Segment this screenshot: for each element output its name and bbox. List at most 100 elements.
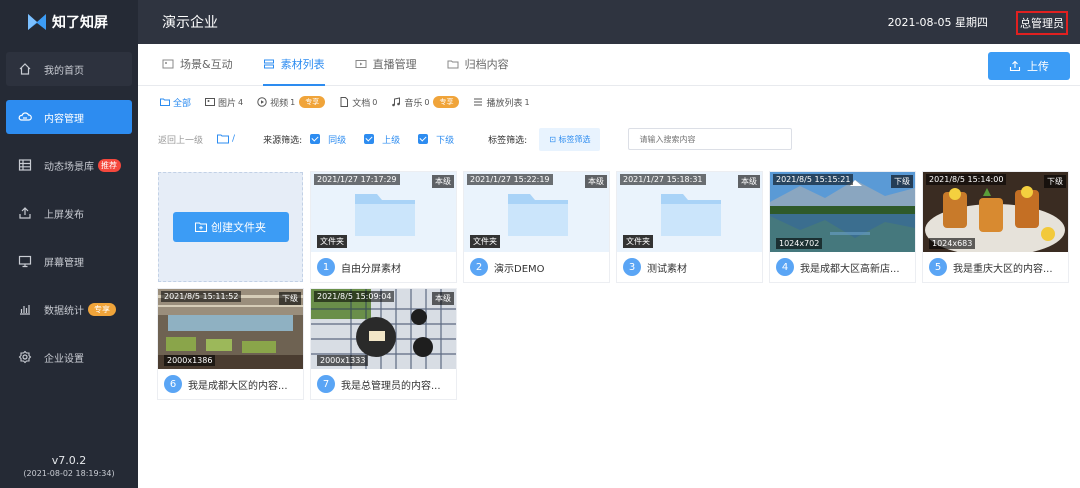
folder-icon	[508, 194, 568, 236]
image-thumbnail: 2021/8/5 15:15:21 下级 1024x702	[770, 172, 915, 252]
sidebar-item-content[interactable]: 内容管理	[6, 100, 132, 134]
version-number: v7.0.2	[51, 454, 87, 467]
settings-icon	[18, 350, 32, 364]
tab-scenes[interactable]: 场景&互动	[162, 43, 233, 85]
folder-card[interactable]: 2021/1/27 17:17:29 本级 文件夹 1 自由分屏素材	[311, 172, 456, 282]
recommend-badge: 推荐	[98, 158, 121, 172]
source-checkbox-upper[interactable]: 上级	[364, 133, 400, 146]
level-badge: 本级	[585, 175, 607, 188]
image-dimensions: 1024x702	[776, 238, 823, 249]
version-date: (2021-08-02 18:19:34)	[23, 469, 115, 478]
playlist-icon	[473, 97, 483, 107]
checkbox-label: 下级	[436, 135, 455, 146]
filter-count: 4	[238, 97, 244, 107]
search-input[interactable]	[628, 128, 793, 150]
image-card[interactable]: 2021/8/5 15:09:04 本级 2000x1333 7 我是总管理员的…	[311, 289, 456, 399]
sidebar-item-stats[interactable]: 数据统计 专享	[6, 292, 132, 326]
source-checkbox-same[interactable]: 同级	[310, 133, 346, 146]
sidebar-item-label: 企业设置	[44, 353, 84, 365]
timestamp: 2021/8/5 15:14:00	[926, 174, 1007, 185]
scene-icon	[162, 58, 174, 70]
tab-archive[interactable]: 归档内容	[447, 43, 509, 85]
breadcrumb-path: /	[232, 134, 236, 144]
index-number: 2	[470, 258, 488, 276]
tab-label: 场景&互动	[180, 58, 233, 71]
add-folder-icon	[195, 222, 207, 232]
filter-docs[interactable]: 文档 0	[339, 96, 377, 109]
sidebar-item-label: 内容管理	[44, 113, 84, 125]
app-logo[interactable]: 知了知屏	[0, 0, 138, 44]
card-footer: 1 自由分屏素材	[311, 252, 456, 282]
filter-playlist[interactable]: 播放列表 1	[473, 96, 530, 109]
app-name: 知了知屏	[52, 15, 108, 31]
logo-icon	[28, 14, 46, 30]
create-folder-label: 创建文件夹	[211, 221, 266, 234]
sidebar-item-label: 动态场景库	[44, 161, 94, 173]
tab-materials[interactable]: 素材列表	[262, 43, 325, 86]
folder-icon	[217, 134, 230, 144]
sidebar-item-label: 数据统计	[44, 305, 84, 317]
stats-icon	[18, 302, 32, 316]
filter-video[interactable]: 视频 1 专享	[257, 96, 326, 109]
checkbox-icon	[310, 134, 321, 144]
level-badge: 本级	[738, 175, 760, 188]
card-footer: 4 我是成都大区高新店...	[770, 252, 915, 282]
tag-filter-button-label: 标签筛选	[558, 134, 591, 144]
monitor-icon	[18, 254, 32, 268]
timestamp: 2021/1/27 15:18:31	[620, 174, 706, 185]
card-footer: 3 测试素材	[617, 252, 762, 282]
document-icon	[339, 97, 349, 107]
sidebar-item-settings[interactable]: 企业设置	[6, 340, 132, 374]
index-number: 7	[317, 375, 335, 393]
image-card[interactable]: 2021/8/5 15:14:00 下级 1024x683 5 我是重庆大区的内…	[923, 172, 1068, 282]
sidebar-item-screens[interactable]: 屏幕管理	[6, 244, 132, 278]
filter-label: 图片	[218, 98, 237, 109]
filter-label: 全部	[173, 98, 192, 109]
index-number: 5	[929, 258, 947, 276]
index-number: 6	[164, 375, 182, 393]
item-name: 自由分屏素材	[341, 263, 401, 275]
upload-button[interactable]: 上传	[988, 52, 1070, 80]
image-card[interactable]: 2021/8/5 15:15:21 下级 1024x702 4 我是成都大区高新…	[770, 172, 915, 282]
version-info: v7.0.2 (2021-08-02 18:19:34)	[0, 454, 138, 478]
filter-count: 0	[424, 97, 430, 107]
folder-icon	[661, 194, 721, 236]
create-folder-button[interactable]: 创建文件夹	[172, 212, 289, 242]
upload-label: 上传	[1027, 60, 1049, 73]
type-tag: 文件夹	[317, 235, 347, 248]
filter-toolbar: 返回上一级 / 来源筛选: 同级 上级 下级 标签筛选: ⊡ 标签筛选	[138, 118, 1080, 160]
user-role-button[interactable]: 总管理员	[1016, 11, 1068, 35]
image-thumbnail: 2021/8/5 15:14:00 下级 1024x683	[923, 172, 1068, 252]
filter-count: 0	[372, 97, 378, 107]
tag-filter-button[interactable]: ⊡ 标签筛选	[539, 127, 601, 151]
back-link[interactable]: 返回上一级	[158, 133, 203, 146]
sidebar-item-publish[interactable]: 上屏发布	[6, 196, 132, 230]
image-card[interactable]: 2021/8/5 15:11:52 下级 2000x1386 6 我是成都大区的…	[158, 289, 303, 399]
folder-card[interactable]: 2021/1/27 15:22:19 本级 文件夹 2 演示DEMO	[464, 172, 609, 282]
index-number: 3	[623, 258, 641, 276]
filter-images[interactable]: 图片 4	[205, 96, 243, 109]
tag-filter-label: 标签筛选:	[488, 135, 528, 146]
source-checkbox-lower[interactable]: 下级	[418, 133, 454, 146]
timestamp: 2021/8/5 15:15:21	[773, 174, 854, 185]
index-number: 4	[776, 258, 794, 276]
checkbox-icon	[364, 134, 375, 144]
stack-icon	[263, 58, 275, 70]
filter-music[interactable]: 音乐 0 专享	[391, 96, 460, 109]
sidebar-item-scenes[interactable]: 动态场景库 推荐	[6, 148, 132, 182]
level-badge: 本级	[432, 292, 454, 305]
filter-count: 1	[290, 97, 296, 107]
image-dimensions: 1024x683	[929, 238, 976, 249]
upload-icon	[1009, 60, 1021, 72]
tab-live[interactable]: 直播管理	[355, 43, 417, 85]
folder-card[interactable]: 2021/1/27 15:18:31 本级 文件夹 3 测试素材	[617, 172, 762, 282]
folder-icon	[160, 97, 170, 107]
current-date: 2021-08-05 星期四	[887, 16, 988, 29]
sidebar-item-home[interactable]: 我的首页	[6, 52, 132, 86]
breadcrumb[interactable]: /	[217, 134, 235, 144]
filter-all[interactable]: 全部	[160, 96, 191, 109]
type-tag: 文件夹	[470, 235, 500, 248]
tab-label: 素材列表	[280, 58, 325, 71]
sidebar-menu: 我的首页 内容管理 动态场景库 推荐 上屏发布 屏幕管理 数据统计 专享 企业设…	[0, 52, 138, 374]
image-icon	[205, 97, 216, 107]
